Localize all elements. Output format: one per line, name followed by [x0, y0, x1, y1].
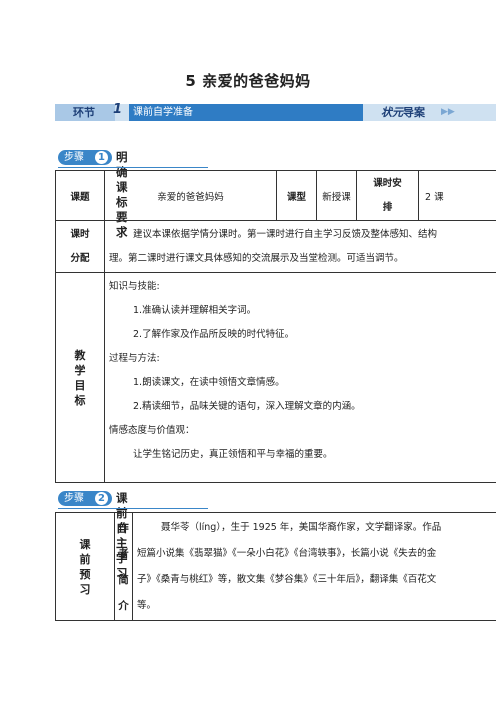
goal-line-8: 让学生铭记历史，真正领悟和平与幸福的重要。 [133, 449, 333, 460]
goal-line-6: 2.精读细节，品味关键的语句，深入理解文章的内涵。 [133, 401, 361, 412]
preview-char-4: 习 [79, 582, 91, 596]
arrow-icon: ▶▶ [441, 107, 455, 117]
cell-period-label: 课时 分配 [55, 220, 105, 273]
course-standards-table: 课题 亲爱的爸爸妈妈 课型 新授课 课时安 排 2 课 课时 分配 建议本课依据… [55, 170, 496, 483]
goals-char-1: 教 [74, 348, 86, 362]
section-banner: 环节 1 课前自学准备 状元导案 ▶▶ [55, 102, 496, 121]
author-line-1: 聂华苓（líng），生于 1925 年，美国华裔作家，文学翻译家。作品 [161, 521, 442, 533]
cell-goals-label: 教 学 目 标 [55, 272, 105, 483]
step-1-underline [58, 167, 208, 168]
table-row: 教 学 目 标 知识与技能: 1.准确认读并理解相关字词。 2.了解作家及作品所… [55, 272, 496, 483]
cell-hours-value: 2 课 [418, 170, 496, 221]
author-line-2: 短篇小说集《翡翠猫》《一朵小白花》《台湾轶事》，长篇小说《失去的金 [137, 547, 437, 559]
author-line-3: 子》《桑青与桃红》等，散文集《梦谷集》《三十年后》，翻译集《百花文 [137, 573, 437, 585]
step-1-pill-text: 步骤 [64, 152, 84, 163]
goal-line-4: 过程与方法: [109, 353, 160, 364]
cell-preview-label: 课 前 预 习 [55, 512, 115, 621]
cell-period-label-b: 分配 [70, 252, 90, 264]
cell-period-label-a: 课时 [70, 228, 90, 240]
cell-type-label: 课型 [276, 170, 317, 221]
page-title: 5 亲爱的爸爸妈妈 [185, 72, 311, 90]
step-2-underline [58, 508, 208, 509]
author-line-4: 等。 [137, 599, 157, 611]
banner-right: 状元导案 [381, 104, 425, 121]
cell-author-label: 作 者 简 介 [114, 512, 133, 621]
cell-period-value: 建议本课依据学情分课时。第一课时进行自主学习反馈及整体感知、结构 理。第二课时进… [104, 220, 496, 273]
goal-line-1: 知识与技能: [109, 281, 160, 292]
banner-text: 课前自学准备 [129, 104, 363, 121]
author-char-3: 简 [118, 573, 129, 586]
step-2-pill-text: 步骤 [64, 493, 84, 504]
preview-char-1: 课 [79, 537, 91, 551]
preview-table: 课 前 预 习 作 者 简 介 聂华苓（líng），生于 1925 年，美国华裔… [55, 512, 496, 621]
goal-line-2: 1.准确认读并理解相关字词。 [133, 305, 257, 316]
table-row: 课时 分配 建议本课依据学情分课时。第一课时进行自主学习反馈及整体感知、结构 理… [55, 220, 496, 273]
period-line-2: 理。第二课时进行课文具体感知的交流展示及当堂检测。可适当调节。 [109, 252, 404, 264]
author-char-1: 作 [118, 521, 129, 534]
cell-hours-label-b: 排 [382, 201, 393, 213]
cell-hours-label-a: 课时安 [373, 177, 402, 189]
goals-char-4: 标 [74, 393, 86, 407]
goal-line-3: 2.了解作家及作品所反映的时代特征。 [133, 329, 295, 340]
step-2-number: 2 [95, 492, 108, 505]
cell-type-value: 新授课 [316, 170, 357, 221]
banner-label: 环节 [55, 104, 115, 121]
table-row: 课题 亲爱的爸爸妈妈 课型 新授课 课时安 排 2 课 [55, 170, 496, 221]
author-char-4: 介 [118, 599, 129, 612]
step-1-pill: 步骤 1 [58, 150, 112, 165]
author-char-2: 者 [118, 547, 129, 560]
goals-char-3: 目 [74, 378, 86, 392]
cell-hours-label: 课时安 排 [356, 170, 419, 221]
step-1-number: 1 [95, 151, 108, 164]
banner-right-a: 状元 [381, 106, 403, 119]
preview-char-2: 前 [79, 552, 91, 566]
goals-char-2: 学 [74, 363, 86, 377]
cell-topic-value: 亲爱的爸爸妈妈 [104, 170, 277, 221]
table-row: 课 前 预 习 作 者 简 介 聂华苓（líng），生于 1925 年，美国华裔… [55, 512, 496, 621]
step-2-pill: 步骤 2 [58, 491, 112, 506]
period-line-1: 建议本课依据学情分课时。第一课时进行自主学习反馈及整体感知、结构 [133, 228, 438, 240]
banner-number: 1 [113, 102, 123, 117]
cell-goals-value: 知识与技能: 1.准确认读并理解相关字词。 2.了解作家及作品所反映的时代特征。… [104, 272, 496, 483]
goal-line-5: 1.朗读课文，在读中领悟文章情感。 [133, 377, 285, 388]
cell-author-value: 聂华苓（líng），生于 1925 年，美国华裔作家，文学翻译家。作品 短篇小说… [132, 512, 496, 621]
preview-char-3: 预 [79, 567, 91, 581]
cell-topic-label: 课题 [55, 170, 105, 221]
banner-right-b: 导案 [403, 106, 425, 119]
goal-line-7: 情感态度与价值观： [109, 425, 195, 436]
